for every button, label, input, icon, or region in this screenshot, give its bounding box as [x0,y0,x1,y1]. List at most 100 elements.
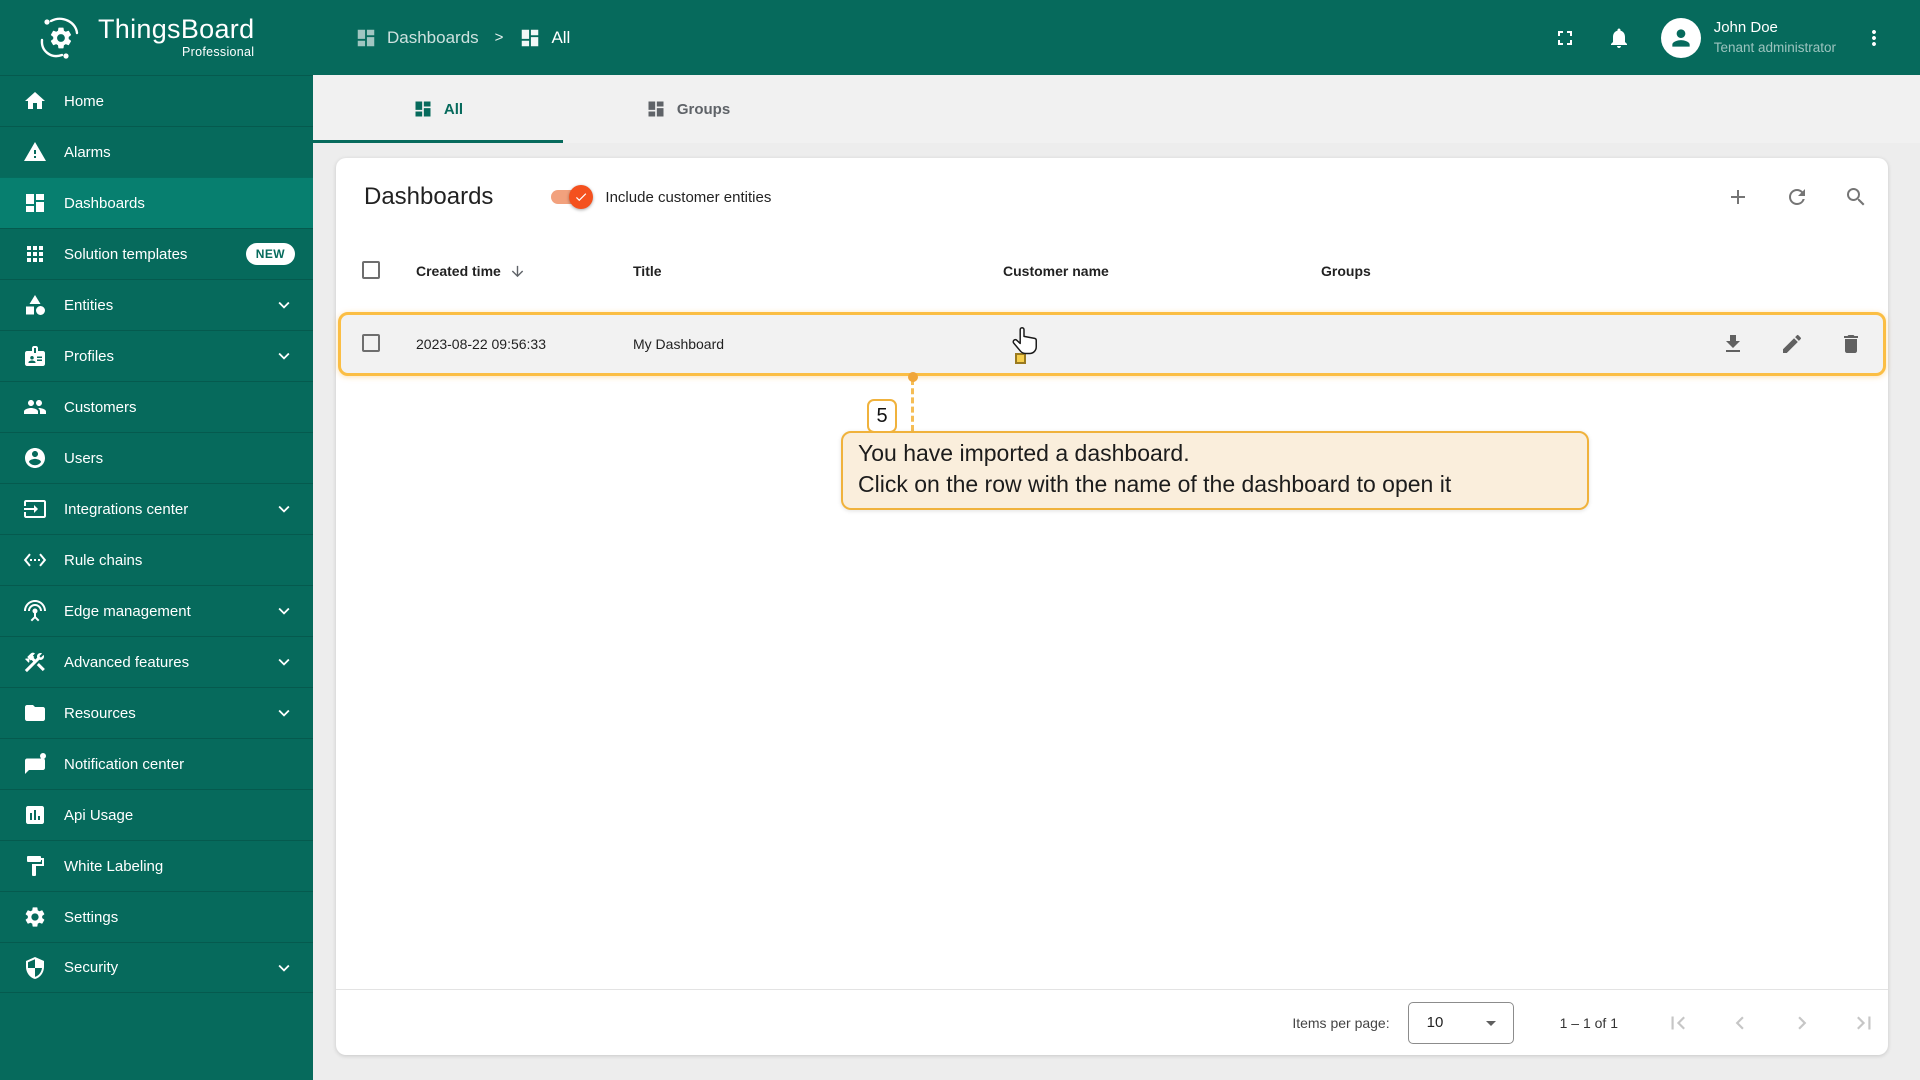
tutorial-step-badge: 5 [867,399,897,433]
tutorial-connector-dot [908,372,918,382]
sidebar-item-profiles[interactable]: Profiles [0,330,313,381]
advanced-features-icon [23,650,47,674]
edit-dashboard-button[interactable] [1772,324,1812,364]
integrations-center-icon [23,497,47,521]
hand-cursor-icon [1011,325,1041,363]
breadcrumb-all[interactable]: All [519,27,570,49]
refresh-button[interactable] [1777,177,1817,217]
brand-name: ThingsBoard [98,14,255,44]
first-page-button[interactable] [1658,1003,1698,1043]
sidebar: ThingsBoard Professional Home Alarms Dashb… [0,0,313,1080]
page-range-label: 1 – 1 of 1 [1559,1014,1618,1031]
toggle-label: Include customer entities [605,188,772,206]
sidebar-item-advanced-features[interactable]: Advanced features [0,636,313,687]
user-role: Tenant administrator [1713,39,1836,55]
more-menu-button[interactable] [1852,16,1896,60]
tutorial-connector-line [911,379,914,431]
breadcrumb-dashboards-label: Dashboards [387,27,479,47]
sidebar-item-solution-templates[interactable]: Solution templates NEW [0,228,313,279]
chevron-down-icon [273,600,295,622]
sidebar-item-dashboards[interactable]: Dashboards [0,177,313,228]
add-dashboard-button[interactable] [1718,177,1758,217]
fullscreen-button[interactable] [1543,16,1587,60]
dashboards-icon [519,27,541,49]
tab-groups-label: Groups [676,100,731,118]
tab-all-label: All [443,100,464,118]
sidebar-item-entities[interactable]: Entities [0,279,313,330]
alarms-icon [23,140,47,164]
page-size-select[interactable]: 10 [1407,1001,1514,1044]
sidebar-item-api-usage[interactable]: Api Usage [0,789,313,840]
export-dashboard-button[interactable] [1713,324,1753,364]
column-header-created-time[interactable]: Created time [416,263,633,280]
user-menu[interactable]: John Doe Tenant administrator [1660,17,1836,58]
card-toolbar [1718,177,1876,217]
cell-title: My Dashboard [633,336,725,352]
topbar: Dashboards > All John Doe Tenant adminis… [313,0,1920,75]
chevron-down-icon [273,651,295,673]
refresh-icon [1785,185,1809,209]
first-page-icon [1665,1010,1691,1036]
settings-icon [23,905,47,929]
sidebar-item-integrations-center[interactable]: Integrations center [0,483,313,534]
app-logo[interactable]: ThingsBoard Professional [0,0,313,75]
sort-desc-icon [509,263,526,280]
next-page-button[interactable] [1782,1003,1822,1043]
toggle-thumb [569,185,594,209]
sidebar-item-resources[interactable]: Resources [0,687,313,738]
dashboard-row-my-dashboard[interactable]: 2023-08-22 09:56:33 My Dashboard [338,312,1886,376]
previous-page-button[interactable] [1720,1003,1760,1043]
sidebar-item-security[interactable]: Security [0,942,313,993]
download-icon [1721,332,1745,356]
rule-chains-icon [23,548,47,572]
chevron-down-icon [273,702,295,724]
column-header-title[interactable]: Title [633,263,1003,279]
row-checkbox[interactable] [362,333,380,352]
dashboards-icon [413,99,433,119]
search-button[interactable] [1836,177,1876,217]
sidebar-item-white-labeling[interactable]: White Labeling [0,840,313,891]
entities-icon [23,293,47,317]
check-icon [574,190,588,204]
breadcrumb-dashboards[interactable]: Dashboards [355,27,479,49]
fullscreen-icon [1553,26,1577,50]
tabbar: All Groups [313,75,1920,143]
white-labeling-icon [23,854,47,878]
brand-edition: Professional [182,45,255,59]
notifications-button[interactable] [1597,16,1641,60]
tutorial-line1: You have imported a dashboard. [858,440,1190,466]
column-header-groups[interactable]: Groups [1321,263,1694,279]
plus-icon [1726,185,1750,209]
items-per-page-label: Items per page: [1292,1014,1390,1031]
sidebar-item-settings[interactable]: Settings [0,891,313,942]
sidebar-item-rule-chains[interactable]: Rule chains [0,534,313,585]
sidebar-item-edge-management[interactable]: Edge management [0,585,313,636]
include-customer-entities-toggle[interactable] [549,185,594,209]
select-all-checkbox[interactable] [362,260,380,279]
last-page-icon [1851,1010,1877,1036]
tab-all[interactable]: All [313,75,563,143]
caret-down-icon [1479,1011,1503,1035]
chevron-down-icon [273,957,295,979]
page-size-value: 10 [1426,1014,1444,1031]
tab-groups[interactable]: Groups [563,75,813,143]
customers-icon [23,395,47,419]
person-icon [1668,25,1694,51]
sidebar-item-notification-center[interactable]: Notification center [0,738,313,789]
chevron-down-icon [273,345,295,367]
chevron-down-icon [273,294,295,316]
sidebar-item-users[interactable]: Users [0,432,313,483]
api-usage-icon [23,803,47,827]
column-header-customer-name[interactable]: Customer name [1003,263,1321,279]
chevron-down-icon [273,498,295,520]
card-header: Dashboards Include customer entities [336,158,1888,236]
last-page-button[interactable] [1844,1003,1884,1043]
paginator: Items per page: 10 1 – 1 of 1 [336,989,1888,1055]
sidebar-item-alarms[interactable]: Alarms [0,126,313,177]
tutorial-line2: Click on the row with the name of the da… [858,471,1452,497]
delete-dashboard-button[interactable] [1831,324,1871,364]
sidebar-item-customers[interactable]: Customers [0,381,313,432]
sidebar-item-home[interactable]: Home [0,75,313,126]
tutorial-tooltip: You have imported a dashboard. Click on … [841,431,1589,510]
breadcrumb-separator: > [494,29,504,46]
